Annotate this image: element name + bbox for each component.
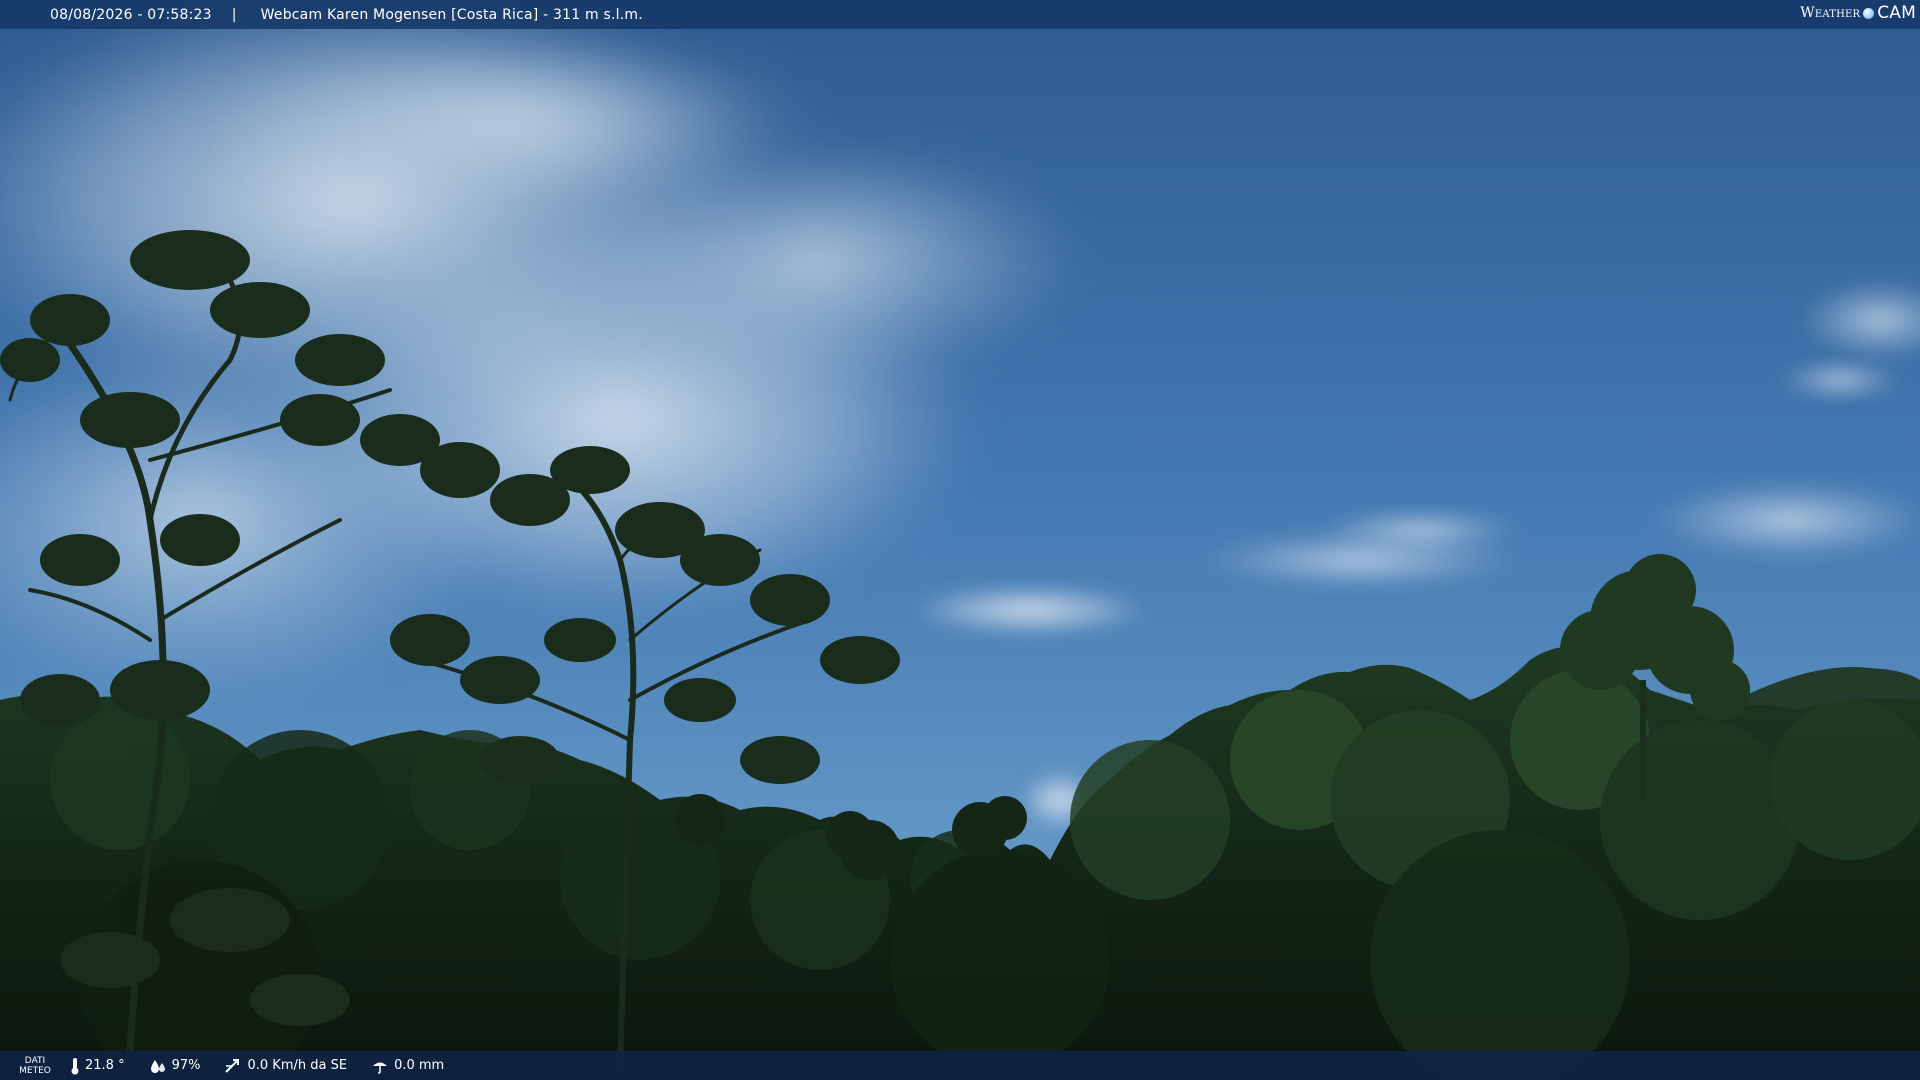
webcam-scene [0,0,1920,1080]
weather-data-label-line1: DATI [24,1055,46,1066]
webcam-frame: 08/08/2026 - 07:58:23 | Webcam Karen Mog… [0,0,1920,1080]
rain-reading: 0.0 mm [371,1058,444,1074]
wind-reading: 0.0 Km/h da SE [224,1058,347,1074]
logo-text-cam: CAM [1877,3,1916,23]
header-separator: | [231,6,237,23]
rain-gauge-icon [373,1062,388,1074]
logo-text-weather: Weather [1800,5,1861,21]
weather-data-label: DATI METEO [0,1056,70,1076]
webcam-title: Webcam Karen Mogensen [Costa Rica] - 311… [260,6,643,23]
humidity-reading: 97% [149,1058,201,1074]
weathercam-logo: Weather CAM [1800,3,1916,23]
wind-icon [225,1058,240,1073]
temperature-value: 21.8 ° [85,1058,125,1073]
webcam-header-bar: 08/08/2026 - 07:58:23 | Webcam Karen Mog… [0,0,1920,29]
humidity-value: 97% [171,1058,201,1073]
humidity-drop-icon [150,1059,165,1073]
wind-value: 0.0 Km/h da SE [247,1058,348,1073]
rain-value: 0.0 mm [394,1058,445,1073]
temperature-reading: 21.8 ° [70,1057,125,1075]
weather-data-label-line2: METEO [19,1065,51,1076]
weather-data-bar: DATI METEO 21.8 ° 97% 0.0 Km/h da SE 0.0… [0,1051,1920,1080]
thermometer-icon [71,1057,79,1074]
logo-globe-icon [1863,7,1875,19]
capture-datetime: 08/08/2026 - 07:58:23 [50,6,212,23]
